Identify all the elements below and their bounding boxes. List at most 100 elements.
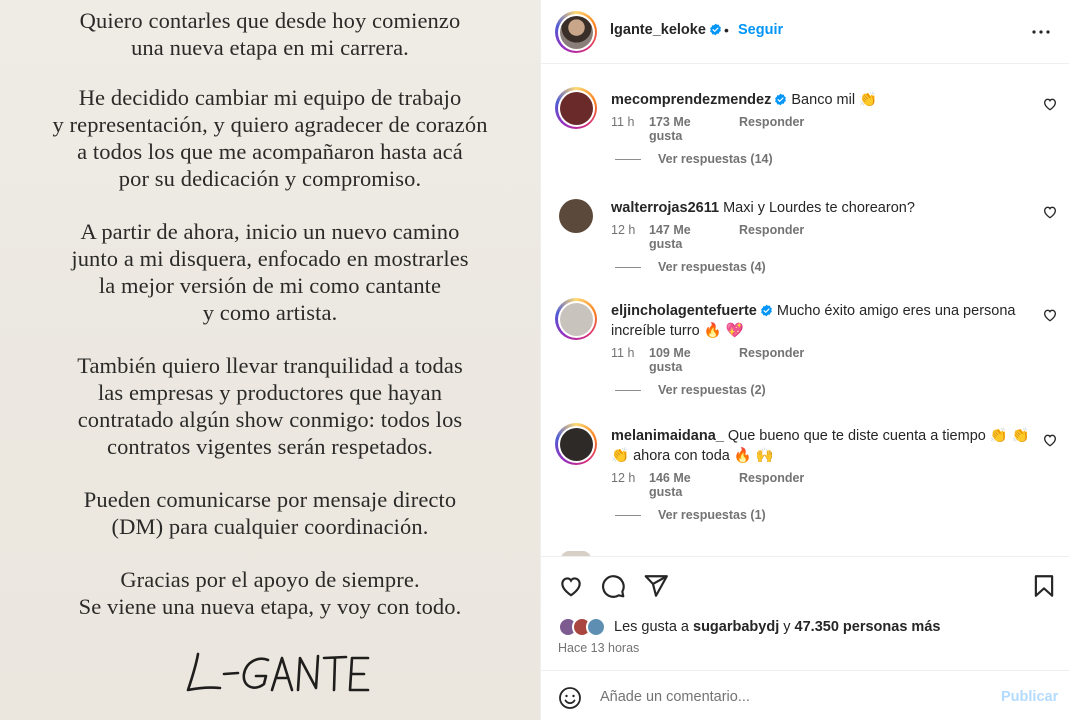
view-replies-button[interactable]: Ver respuestas (4) <box>615 260 766 274</box>
statement-line: (DM) para cualquier coordinación. <box>111 514 429 539</box>
statement-line: a todos los que me acompañaron hasta acá <box>77 139 463 164</box>
comment-item: eljincholagentefuerte Mucho éxito amigo … <box>541 298 1069 398</box>
statement-paragraph: Pueden comunicarse por mensaje directo (D… <box>0 486 540 540</box>
statement-line: y representación, y quiero agradecer de … <box>52 112 488 137</box>
comment-like-heart-icon[interactable] <box>1042 96 1058 112</box>
statement-paragraph: He decidido cambiar mi equipo de trabajo… <box>0 84 540 192</box>
statement-line: Gracias por el apoyo de siempre. <box>120 567 420 592</box>
statement-paragraph: También quiero llevar tranquilidad a tod… <box>0 352 540 460</box>
share-icon[interactable] <box>643 573 669 599</box>
view-replies-button[interactable]: Ver respuestas (14) <box>615 152 773 166</box>
reply-button[interactable]: Responder <box>739 471 804 499</box>
publish-button[interactable]: Publicar <box>1001 689 1058 705</box>
replies-divider <box>615 266 641 268</box>
comment-like-heart-icon[interactable] <box>1042 432 1058 448</box>
comment-text: eljincholagentefuerte Mucho éxito amigo … <box>611 302 1031 341</box>
header-separator: • <box>724 22 729 38</box>
author-username-text[interactable]: lgante_keloke <box>610 22 706 38</box>
statement-line: Quiero contarles que desde hoy comienzo <box>79 8 461 33</box>
statement-line: y como artista. <box>202 300 338 325</box>
statement-line: la mejor versión de mi como cantante <box>98 273 442 298</box>
comment-time[interactable]: 12 h <box>611 471 649 499</box>
statement-paragraph: A partir de ahora, inicio un nuevo camin… <box>0 218 540 326</box>
reply-button[interactable]: Responder <box>739 115 804 143</box>
commenter-username[interactable]: mecomprendezmendez <box>611 92 771 108</box>
view-replies-label[interactable]: Ver respuestas (1) <box>658 508 766 522</box>
commenter-username[interactable]: walterrojas2611 <box>611 200 719 216</box>
likes-summary[interactable]: Les gusta a sugarbabydj y 47.350 persona… <box>558 617 940 637</box>
save-bookmark-icon[interactable] <box>1031 573 1057 599</box>
commenter-avatar[interactable] <box>555 87 597 129</box>
view-replies-label[interactable]: Ver respuestas (14) <box>658 152 773 166</box>
comment-item: walterrojas2611 Maxi y Lourdes te chorea… <box>541 195 1069 295</box>
commenter-avatar[interactable] <box>555 195 597 237</box>
smiley-icon[interactable] <box>558 686 582 710</box>
comment-likes-count[interactable]: 147 Me gusta <box>649 223 715 251</box>
comment-meta: 11 h 109 Me gusta Responder <box>611 346 804 374</box>
replies-divider <box>615 514 641 516</box>
verified-badge-icon <box>710 23 721 36</box>
statement-paragraph: Quiero contarles que desde hoy comienzo u… <box>0 7 540 61</box>
statement-line: contratos vigentes serán respetados. <box>107 434 433 459</box>
post-time-ago[interactable]: Hace 13 horas <box>558 641 639 655</box>
likes-connector: y <box>783 619 791 635</box>
likes-user[interactable]: sugarbabydj <box>693 619 779 635</box>
reply-button[interactable]: Responder <box>739 346 804 374</box>
more-options-icon[interactable] <box>1029 20 1053 44</box>
author-username[interactable]: lgante_keloke <box>610 22 722 38</box>
reply-button[interactable]: Responder <box>739 223 804 251</box>
comment-meta: 12 h 147 Me gusta Responder <box>611 223 804 251</box>
comment-like-heart-icon[interactable] <box>1042 204 1058 220</box>
statement-line: las empresas y productores que hayan <box>97 380 443 405</box>
statement-line: A partir de ahora, inicio un nuevo camin… <box>80 219 460 244</box>
commenter-username[interactable]: melanimaidana_ <box>611 428 724 444</box>
statement-line: junto a mi disquera, enfocado en mostrar… <box>71 246 469 271</box>
comment-likes-count[interactable]: 173 Me gusta <box>649 115 715 143</box>
post-details-panel: lgante_keloke • Seguir mecomprendezmende… <box>540 0 1069 720</box>
comment-input[interactable] <box>600 685 980 709</box>
comment-time[interactable]: 11 h <box>611 115 649 143</box>
statement-paragraph: Gracias por el apoyo de siempre. Se viene… <box>0 566 540 620</box>
follow-button[interactable]: Seguir <box>738 22 783 38</box>
liker-avatar <box>586 617 606 637</box>
comment-time[interactable]: 12 h <box>611 223 649 251</box>
comment-meta: 12 h 146 Me gusta Responder <box>611 471 804 499</box>
statement-line: contratado algún show conmigo: todos los <box>77 407 463 432</box>
comment-body: Maxi y Lourdes te chorearon? <box>723 200 915 216</box>
comment-item: mecomprendezmendez Banco mil 👏 11 h 173 Me… <box>541 87 1069 187</box>
statement-line: También quiero llevar tranquilidad a tod… <box>77 353 463 378</box>
comment-meta: 11 h 173 Me gusta Responder <box>611 115 804 143</box>
view-replies-button[interactable]: Ver respuestas (1) <box>615 508 766 522</box>
signature-image <box>186 652 370 692</box>
comment-text: melanimaidana_ Que bueno que te diste cu… <box>611 427 1031 466</box>
view-replies-label[interactable]: Ver respuestas (4) <box>658 260 766 274</box>
comment-likes-count[interactable]: 109 Me gusta <box>649 346 715 374</box>
view-replies-label[interactable]: Ver respuestas (2) <box>658 383 766 397</box>
statement-line: He decidido cambiar mi equipo de trabajo <box>78 85 462 110</box>
like-heart-icon[interactable] <box>558 573 584 599</box>
statement-line: una nueva etapa en mi carrera. <box>131 35 409 60</box>
comment-text: mecomprendezmendez Banco mil 👏 <box>611 91 1031 111</box>
comment-like-heart-icon[interactable] <box>1042 307 1058 323</box>
comment-icon[interactable] <box>600 573 626 599</box>
post-image: Quiero contarles que desde hoy comienzo u… <box>0 0 540 720</box>
author-avatar[interactable] <box>555 11 597 53</box>
comment-text: walterrojas2611 Maxi y Lourdes te chorea… <box>611 199 1031 219</box>
replies-divider <box>615 389 641 391</box>
verified-badge-icon <box>775 93 787 106</box>
comments-list[interactable]: mecomprendezmendez Banco mil 👏 11 h 173 Me… <box>541 65 1069 556</box>
comment-item: melanimaidana_ Que bueno que te diste cu… <box>541 423 1069 523</box>
likes-others[interactable]: 47.350 personas más <box>795 619 941 635</box>
verified-badge-icon <box>760 304 772 317</box>
statement-line: Pueden comunicarse por mensaje directo <box>83 487 457 512</box>
commenter-avatar[interactable] <box>555 423 597 465</box>
view-replies-button[interactable]: Ver respuestas (2) <box>615 383 766 397</box>
commenter-avatar[interactable] <box>555 298 597 340</box>
likes-text[interactable]: Les gusta a sugarbabydj y 47.350 persona… <box>614 619 940 635</box>
comment-likes-count[interactable]: 146 Me gusta <box>649 471 715 499</box>
commenter-username[interactable]: eljincholagentefuerte <box>611 303 757 319</box>
add-comment-bar: Publicar <box>541 670 1069 720</box>
statement-line: por su dedicación y compromiso. <box>118 166 422 191</box>
comment-time[interactable]: 11 h <box>611 346 649 374</box>
likes-prefix: Les gusta a <box>614 619 689 635</box>
